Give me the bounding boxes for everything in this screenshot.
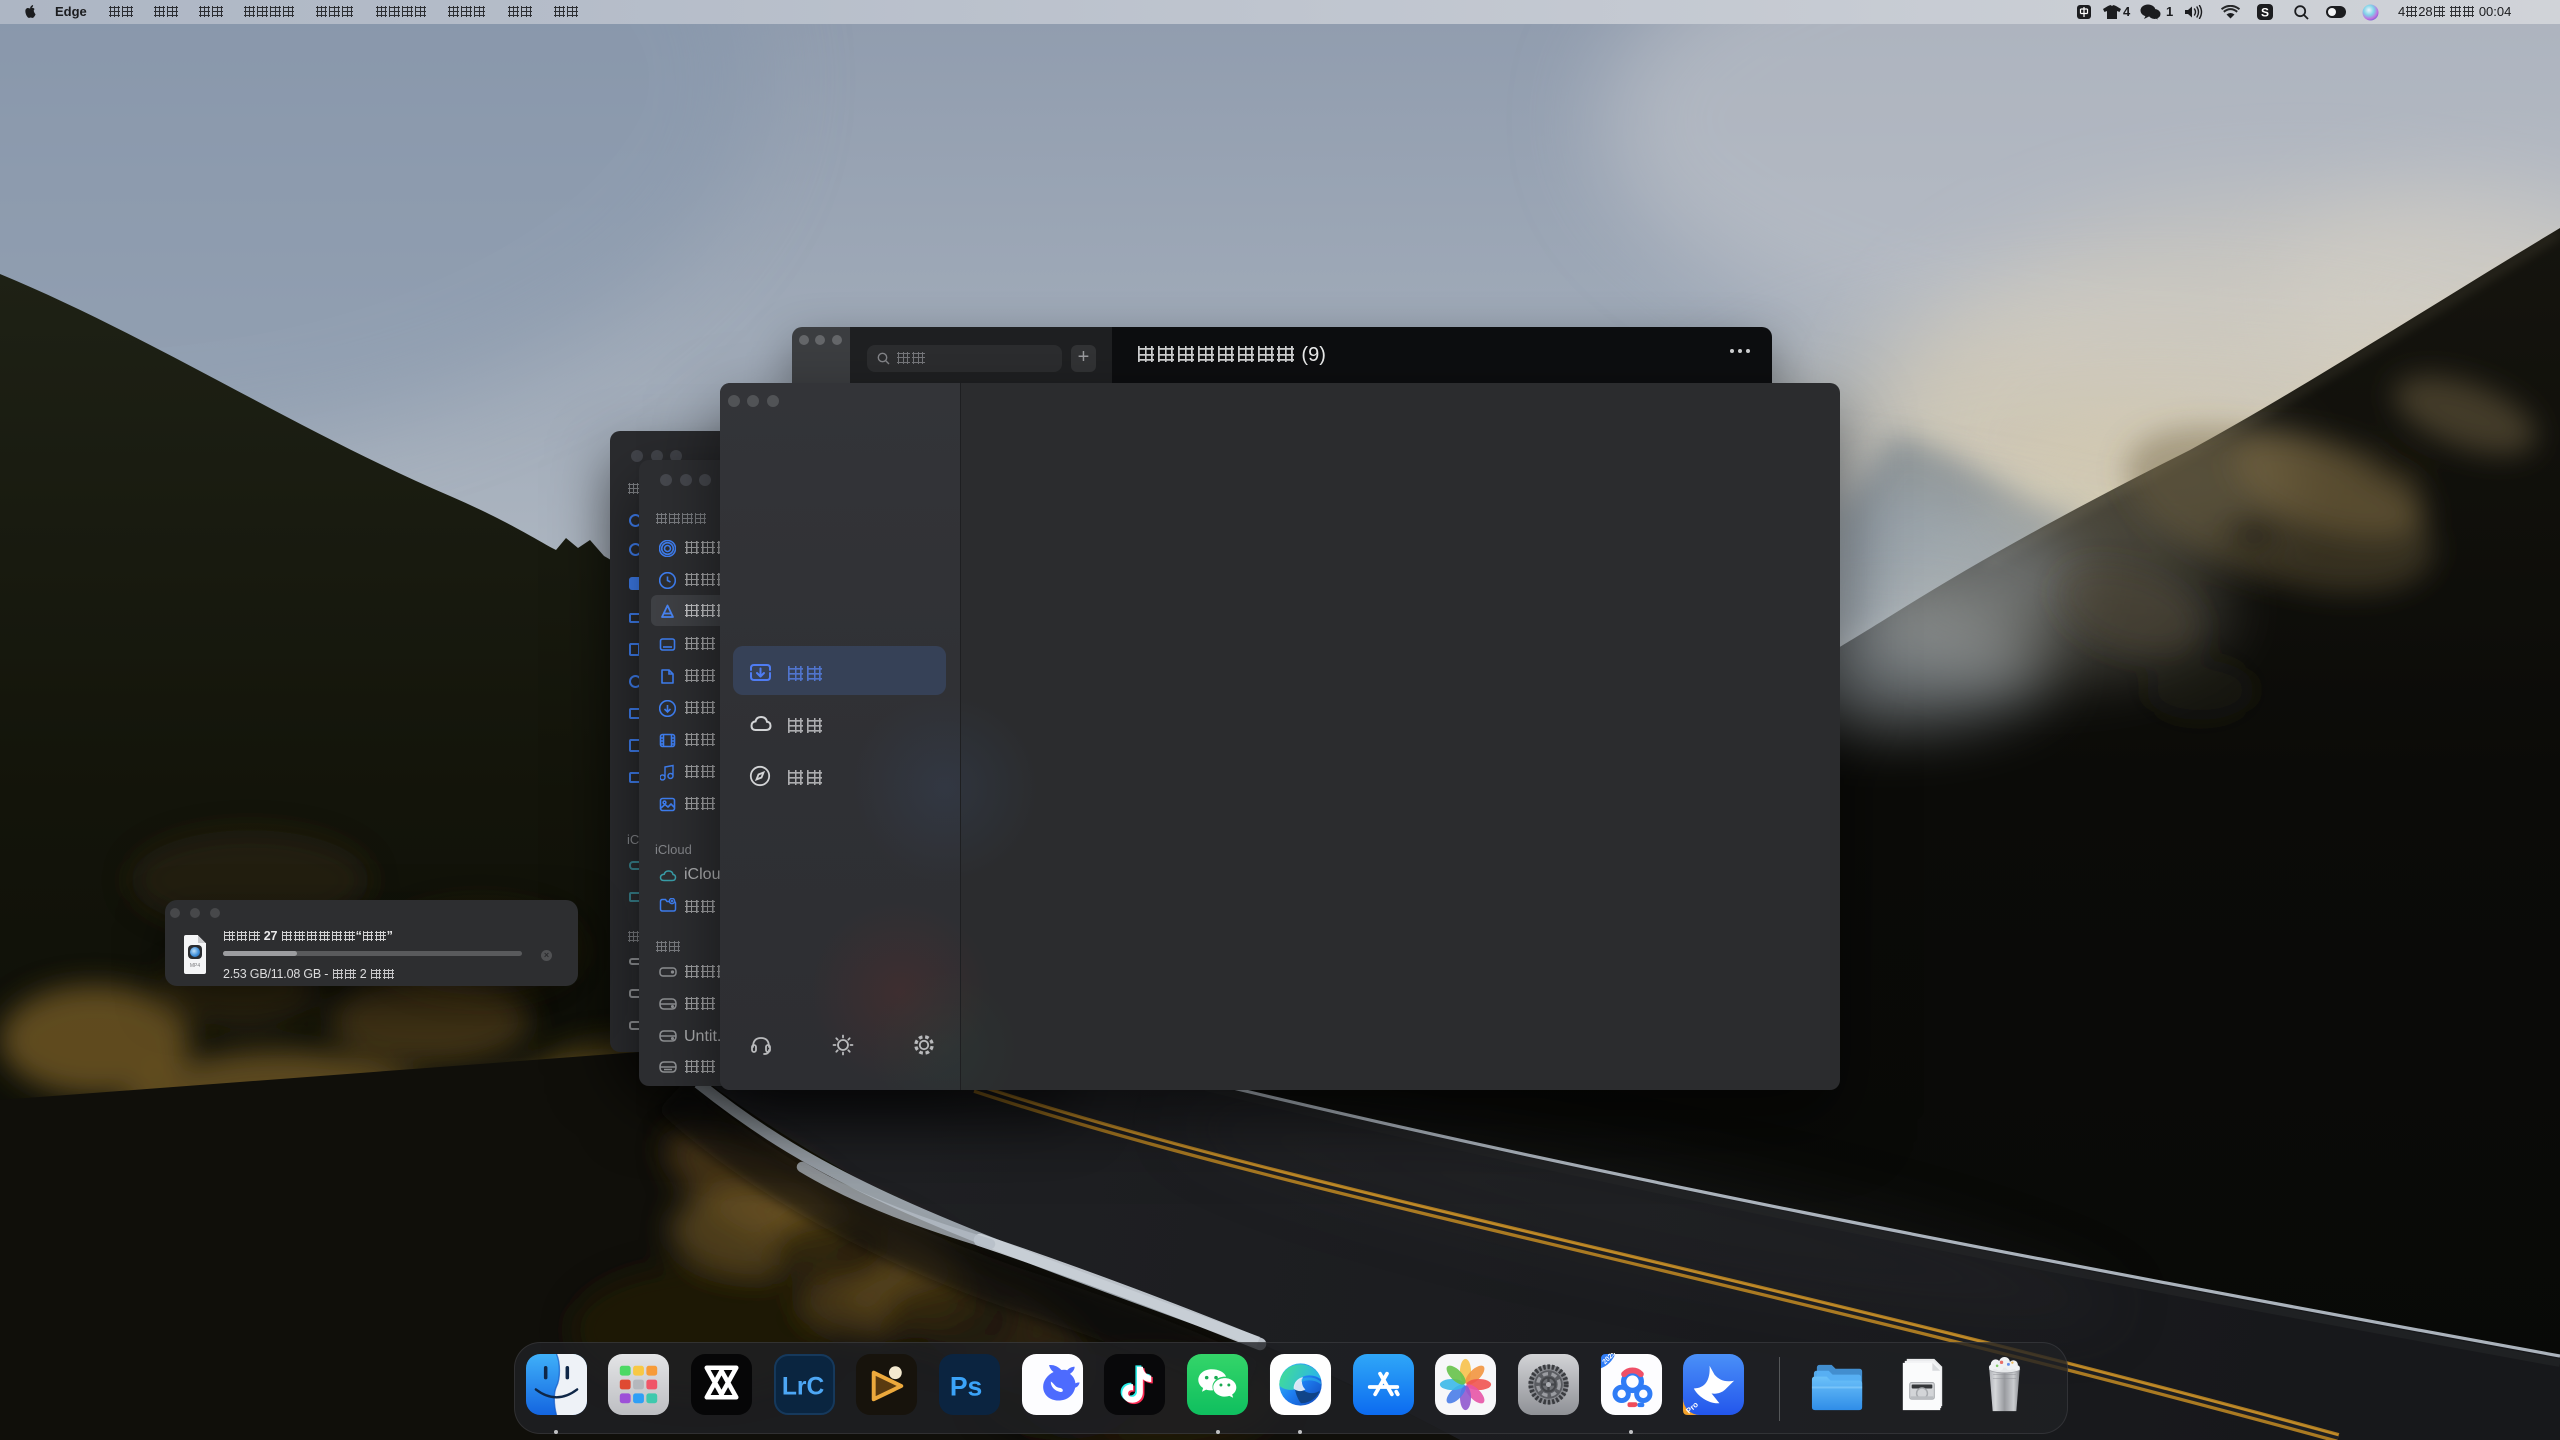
svg-text:Ps: Ps bbox=[950, 1371, 983, 1401]
svg-text:LrC: LrC bbox=[781, 1373, 824, 1400]
svg-text:S: S bbox=[2261, 6, 2269, 20]
